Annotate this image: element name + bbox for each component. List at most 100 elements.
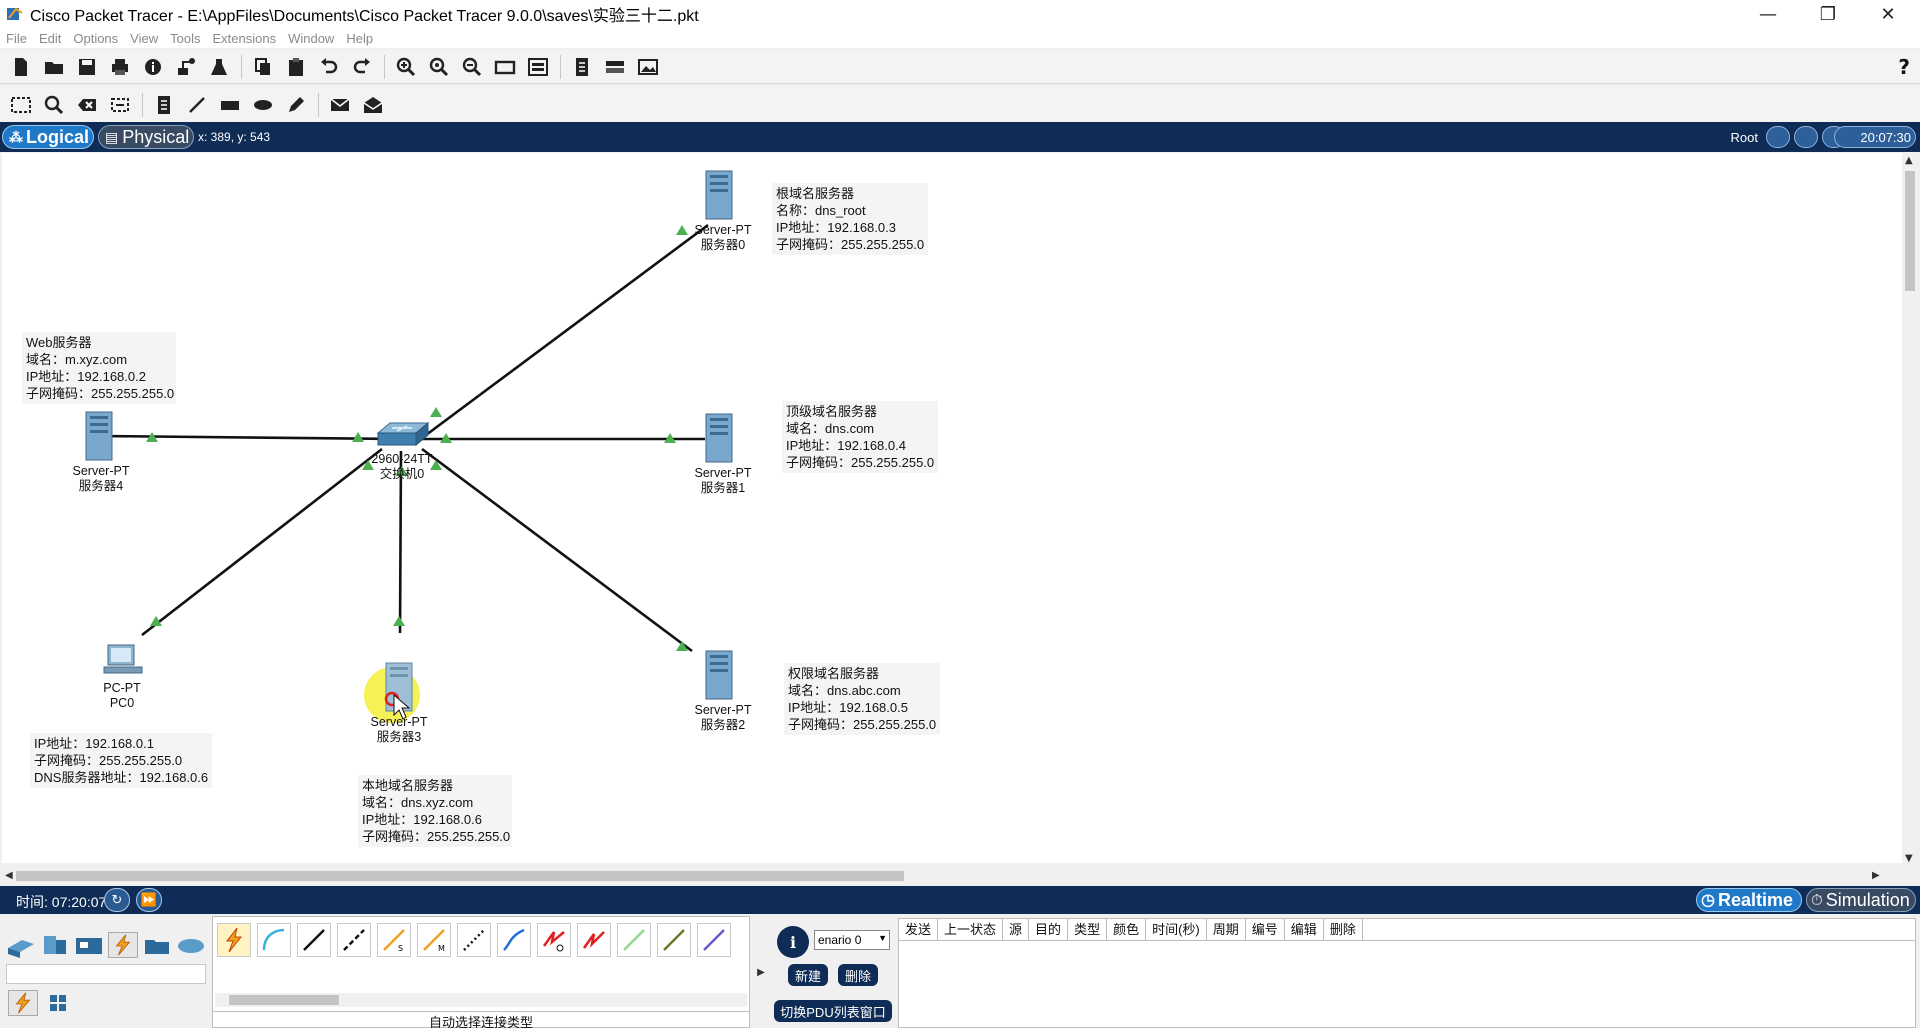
paste-button[interactable] bbox=[283, 54, 309, 80]
scroll-up-icon[interactable]: ▲ bbox=[1905, 155, 1913, 166]
activity-wizard-button[interactable] bbox=[206, 54, 232, 80]
crossover-cable-button[interactable] bbox=[337, 923, 371, 957]
multimode-fiber-button[interactable]: M bbox=[417, 923, 451, 957]
network-info-button[interactable] bbox=[173, 54, 199, 80]
print-button[interactable] bbox=[107, 54, 133, 80]
iot-cable-button[interactable] bbox=[657, 923, 691, 957]
pc-icon[interactable] bbox=[103, 644, 143, 674]
toggle-pdu-list-button[interactable]: 切换PDU列表窗口 bbox=[774, 1000, 892, 1022]
phone-cable-button[interactable] bbox=[457, 923, 491, 957]
multiuser-cloud-icon[interactable] bbox=[176, 932, 206, 958]
scenario-select[interactable]: enario 0 ▼ bbox=[814, 930, 890, 950]
scrollbar-thumb[interactable] bbox=[229, 995, 339, 1005]
menu-options[interactable]: Options bbox=[73, 31, 118, 46]
octal-cable-button[interactable] bbox=[617, 923, 651, 957]
open-button[interactable] bbox=[41, 54, 67, 80]
serial-dce-button[interactable] bbox=[537, 923, 571, 957]
delete-scenario-button[interactable]: 删除 bbox=[838, 964, 878, 986]
coaxial-cable-button[interactable] bbox=[497, 923, 531, 957]
console-cable-button[interactable] bbox=[257, 923, 291, 957]
menu-window[interactable]: Window bbox=[288, 31, 334, 46]
grid-icon[interactable] bbox=[44, 990, 74, 1016]
power-cycle-devices-button[interactable]: ↻ bbox=[104, 888, 130, 912]
zoom-in-button[interactable] bbox=[393, 54, 419, 80]
note-root-dns[interactable]: 根域名服务器 名称：dns_root IP地址：192.168.0.3 子网掩码… bbox=[772, 183, 928, 255]
connection-scrollbar[interactable] bbox=[215, 993, 747, 1007]
custom-device-dialog-button[interactable] bbox=[525, 54, 551, 80]
link-switch-pc0[interactable] bbox=[141, 447, 383, 637]
minimize-button[interactable]: — bbox=[1740, 0, 1796, 28]
text-file-button[interactable] bbox=[569, 54, 595, 80]
link-switch-server4[interactable] bbox=[101, 434, 398, 441]
scroll-right-icon[interactable]: ▶ bbox=[1872, 870, 1880, 881]
server-icon[interactable] bbox=[85, 411, 113, 461]
menu-edit[interactable]: Edit bbox=[39, 31, 61, 46]
fiber-cable-button[interactable]: S bbox=[377, 923, 411, 957]
realtime-mode-button[interactable]: ◷ Realtime bbox=[1696, 888, 1802, 912]
new-file-button[interactable] bbox=[8, 54, 34, 80]
place-note-button[interactable] bbox=[151, 92, 177, 118]
logical-tab[interactable]: ⁂ Logical bbox=[2, 125, 94, 149]
add-complex-pdu-button[interactable] bbox=[360, 92, 386, 118]
zoom-out-button[interactable] bbox=[459, 54, 485, 80]
menu-view[interactable]: View bbox=[130, 31, 158, 46]
miscellaneous-icon[interactable] bbox=[142, 932, 172, 958]
info-icon[interactable]: i bbox=[777, 926, 809, 958]
delete-tool-button[interactable] bbox=[74, 92, 100, 118]
drawing-palette-button[interactable] bbox=[492, 54, 518, 80]
switch-icon[interactable] bbox=[376, 421, 430, 447]
menu-tools[interactable]: Tools bbox=[170, 31, 200, 46]
menu-help[interactable]: Help bbox=[346, 31, 373, 46]
draw-ellipse-button[interactable] bbox=[250, 92, 276, 118]
new-scenario-button[interactable]: 新建 bbox=[788, 964, 828, 986]
server-icon[interactable] bbox=[705, 650, 733, 700]
restore-button[interactable]: ❐ bbox=[1800, 0, 1856, 28]
resize-shape-button[interactable] bbox=[107, 92, 133, 118]
undo-button[interactable] bbox=[316, 54, 342, 80]
link-switch-server2[interactable] bbox=[421, 447, 693, 653]
note-authoritative-dns[interactable]: 权限域名服务器 域名：dns.abc.com IP地址：192.168.0.5 … bbox=[784, 663, 940, 735]
inspect-button[interactable] bbox=[41, 92, 67, 118]
scroll-left-icon[interactable]: ◀ bbox=[5, 870, 13, 881]
back-icon[interactable] bbox=[1766, 126, 1790, 148]
server-icon[interactable] bbox=[705, 170, 733, 220]
menu-extensions[interactable]: Extensions bbox=[212, 31, 276, 46]
lightning-connection-icon[interactable] bbox=[8, 990, 38, 1016]
note-tld-dns[interactable]: 顶级域名服务器 域名：dns.com IP地址：192.168.0.4 子网掩码… bbox=[782, 401, 938, 473]
fast-forward-button[interactable]: ⏩ bbox=[136, 888, 162, 912]
copy-button[interactable] bbox=[250, 54, 276, 80]
link-switch-server0[interactable] bbox=[421, 223, 709, 440]
zoom-reset-button[interactable] bbox=[426, 54, 452, 80]
workspace-vertical-scrollbar[interactable]: ▲ ▼ bbox=[1902, 153, 1918, 867]
physical-tab[interactable]: ▤ Physical bbox=[98, 125, 194, 149]
workspace-horizontal-scrollbar[interactable]: ◀ ▶ bbox=[2, 868, 1900, 884]
draw-line-button[interactable] bbox=[184, 92, 210, 118]
redo-button[interactable] bbox=[349, 54, 375, 80]
help-button[interactable]: ? bbox=[1898, 55, 1910, 79]
info-button[interactable] bbox=[140, 54, 166, 80]
serial-dte-button[interactable] bbox=[577, 923, 611, 957]
device-filter[interactable] bbox=[6, 964, 206, 984]
device-template-button[interactable] bbox=[602, 54, 628, 80]
note-pc0[interactable]: IP地址：192.168.0.1 子网掩码：255.255.255.0 DNS服… bbox=[30, 733, 212, 788]
save-button[interactable] bbox=[74, 54, 100, 80]
auto-connection-button[interactable] bbox=[217, 923, 251, 957]
simulation-mode-button[interactable]: ⏱ Simulation bbox=[1806, 888, 1916, 912]
connections-icon[interactable] bbox=[108, 932, 138, 958]
scrollbar-thumb[interactable] bbox=[1905, 171, 1915, 291]
logical-workspace[interactable]: Server-PT 服务器0 Server-PT 服务器4 Server-PT … bbox=[2, 153, 1902, 863]
screenshot-button[interactable] bbox=[635, 54, 661, 80]
note-local-dns[interactable]: 本地域名服务器 域名：dns.xyz.com IP地址：192.168.0.6 … bbox=[358, 775, 512, 847]
note-web-server[interactable]: Web服务器 域名：m.xyz.com IP地址：192.168.0.2 子网掩… bbox=[22, 332, 176, 404]
panel-splitter-icon[interactable]: ▶ bbox=[752, 916, 770, 1028]
close-button[interactable]: ✕ bbox=[1860, 0, 1916, 28]
end-devices-icon[interactable] bbox=[40, 932, 70, 958]
network-devices-icon[interactable] bbox=[6, 932, 36, 958]
server-icon[interactable] bbox=[705, 413, 733, 463]
cluster-icon[interactable] bbox=[1794, 126, 1818, 148]
usb-cable-button[interactable] bbox=[697, 923, 731, 957]
scroll-down-icon[interactable]: ▼ bbox=[1905, 853, 1913, 864]
add-simple-pdu-button[interactable] bbox=[327, 92, 353, 118]
components-icon[interactable] bbox=[74, 932, 104, 958]
scrollbar-thumb[interactable] bbox=[16, 871, 904, 881]
